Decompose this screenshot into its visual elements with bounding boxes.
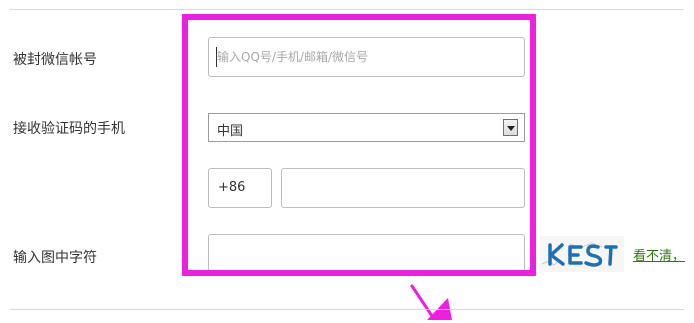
refresh-captcha-link[interactable]: 看不清， <box>633 245 685 264</box>
captcha-image[interactable] <box>540 236 624 272</box>
phone-label: 接收验证码的手机 <box>13 121 125 137</box>
captcha-label: 输入图中字符 <box>13 250 97 266</box>
captcha-distorted-text <box>541 242 618 267</box>
bottom-divider <box>10 309 684 310</box>
account-label: 被封微信帐号 <box>13 52 97 68</box>
top-divider <box>10 9 684 10</box>
highlight-annotation-box <box>182 14 536 276</box>
annotation-arrow-icon <box>410 284 452 320</box>
